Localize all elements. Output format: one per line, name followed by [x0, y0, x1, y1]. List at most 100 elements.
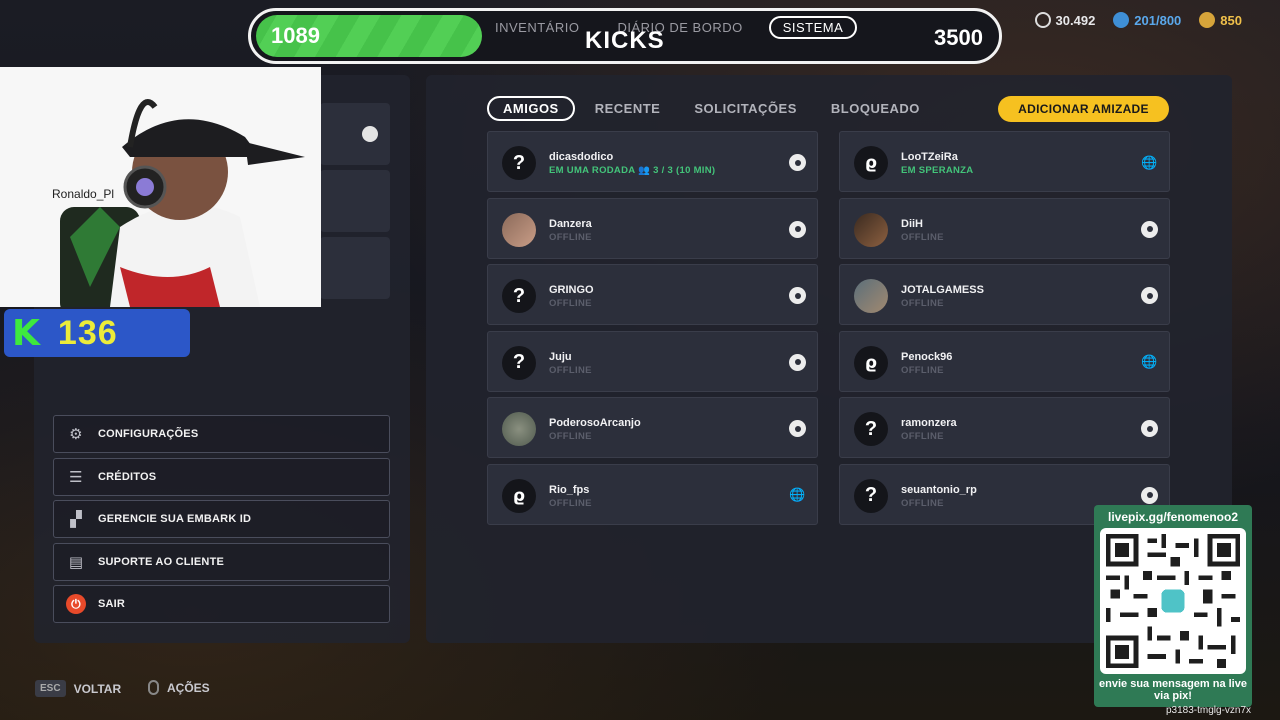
- top-nav: INVENTÁRIO DIÁRIO DE BORDO SISTEMA: [483, 16, 858, 39]
- friends-list-right: ϱ LooTZeiRa EM SPERANZA 🌐 DiiH OFFLINE J…: [839, 131, 1170, 530]
- steam-icon: [789, 287, 806, 304]
- friend-card[interactable]: ? Juju OFFLINE: [487, 330, 818, 392]
- actions-label: AÇÕES: [167, 680, 210, 695]
- friend-name: LooTZeiRa: [901, 151, 958, 163]
- friend-name: PoderosoArcanjo: [549, 417, 641, 429]
- nav-sistema[interactable]: SISTEMA: [768, 16, 858, 39]
- currency-bar: 30.492 201/800 850: [1034, 12, 1242, 28]
- friend-card[interactable]: JOTALGAMESS OFFLINE: [839, 264, 1170, 325]
- steam-icon: [789, 420, 806, 437]
- gear-icon: ⚙: [69, 426, 83, 443]
- system-menu: ⚙ CONFIGURAÇÕES ☰ CRÉDITOS ▞ GERENCIE SU…: [53, 415, 390, 628]
- avatar: [854, 279, 888, 313]
- unknown-avatar-icon: ?: [502, 279, 536, 313]
- kicks-current-value: 1089: [271, 23, 320, 48]
- kicks-target-value: 3500: [934, 25, 983, 50]
- menu-item-label: CRÉDITOS: [98, 470, 157, 483]
- menu-suporte[interactable]: ▤ SUPORTE AO CLIENTE: [53, 542, 390, 581]
- unknown-avatar-icon: ?: [502, 146, 536, 180]
- menu-embark-id[interactable]: ▞ GERENCIE SUA EMBARK ID: [53, 500, 390, 538]
- friend-status: OFFLINE: [549, 431, 592, 442]
- friend-card[interactable]: ϱ Penock96 OFFLINE 🌐: [839, 330, 1170, 392]
- kicks-badge-letter: K: [12, 312, 40, 354]
- kicks-badge: K 136: [4, 309, 190, 357]
- friend-name: DiiH: [901, 217, 923, 230]
- avatar: [502, 212, 536, 247]
- party-icon: 👥: [638, 165, 654, 176]
- friend-status: OFFLINE: [549, 231, 592, 243]
- tab-recente[interactable]: RECENTE: [581, 96, 675, 121]
- steam-icon: [789, 220, 806, 238]
- friend-name: JOTALGAMESS: [901, 284, 984, 296]
- mouse-icon: [148, 680, 159, 695]
- kicks-title: KICKS: [585, 27, 665, 54]
- profile-slot[interactable]: [320, 170, 390, 232]
- kicks-progress-bar: 1089 INVENTÁRIO DIÁRIO DE BORDO SISTEMA …: [248, 8, 1002, 64]
- friend-name: Danzera: [549, 217, 592, 230]
- friend-name: Juju: [549, 350, 572, 363]
- power-icon: ⏻: [66, 594, 86, 614]
- avatar: [854, 212, 888, 247]
- profile-slot[interactable]: [320, 103, 390, 165]
- credits-icon: ☰: [69, 468, 83, 486]
- menu-creditos[interactable]: ☰ CRÉDITOS: [53, 457, 390, 496]
- friend-status: OFFLINE: [549, 298, 592, 309]
- steam-icon: [1141, 287, 1158, 304]
- livepix-qr-overlay: livepix.gg/fenomenoo2 envie sua mensagem…: [1094, 505, 1252, 707]
- embark-logo-icon: ϱ: [854, 146, 888, 180]
- steam-icon: [789, 154, 806, 171]
- friend-card[interactable]: DiiH OFFLINE: [839, 197, 1170, 259]
- friend-card[interactable]: ? ramonzera OFFLINE: [839, 397, 1170, 458]
- tab-amigos[interactable]: AMIGOS: [487, 96, 575, 121]
- unknown-avatar-icon: ?: [854, 412, 888, 446]
- friend-card[interactable]: PoderosoArcanjo OFFLINE: [487, 397, 818, 458]
- tab-bloqueado[interactable]: BLOQUEADO: [817, 96, 934, 121]
- currency-bucks: 201/800: [1113, 12, 1181, 28]
- coin-icon: [1034, 12, 1051, 28]
- steam-icon: [1141, 420, 1158, 437]
- steam-icon: [362, 126, 378, 142]
- friend-name: ramonzera: [901, 417, 957, 429]
- friend-status: OFFLINE: [901, 364, 944, 376]
- steam-icon: [1141, 220, 1158, 238]
- unknown-avatar-icon: ?: [502, 345, 536, 380]
- currency-bucks-value: 201/800: [1134, 12, 1182, 28]
- embark-logo-icon: ϱ: [502, 478, 536, 513]
- friend-card[interactable]: ? GRINGO OFFLINE: [487, 264, 818, 325]
- profile-slot[interactable]: [320, 237, 390, 299]
- session-code: p3183-tmglg-vzn7x: [1166, 705, 1252, 716]
- currency-coins-value: 30.492: [1055, 12, 1096, 28]
- streamer-image: [60, 99, 305, 307]
- currency-coins: 30.492: [1034, 12, 1096, 28]
- menu-sair[interactable]: ⏻ SAIR: [53, 585, 390, 623]
- friends-tabs: AMIGOS RECENTE SOLICITAÇÕES BLOQUEADO: [487, 96, 934, 121]
- friend-card[interactable]: ϱ LooTZeiRa EM SPERANZA 🌐: [839, 131, 1170, 192]
- friend-name: Penock96: [901, 350, 953, 363]
- menu-item-label: GERENCIE SUA EMBARK ID: [98, 513, 252, 525]
- back-hint[interactable]: ESC VOLTAR: [35, 680, 121, 697]
- tab-solicitacoes[interactable]: SOLICITAÇÕES: [680, 96, 811, 121]
- actions-hint: AÇÕES: [148, 680, 210, 695]
- currency-gold-value: 850: [1220, 12, 1242, 28]
- friend-card[interactable]: ϱ Rio_fps OFFLINE 🌐: [487, 463, 818, 525]
- menu-item-label: SAIR: [98, 598, 126, 610]
- esc-key-icon: ESC: [35, 680, 66, 697]
- friend-name: dicasdodico: [549, 151, 614, 163]
- friend-card[interactable]: Danzera OFFLINE: [487, 197, 818, 259]
- friends-list-left: ? dicasdodico EM UMA RODADA 👥 3 / 3 (10 …: [487, 131, 818, 530]
- livepix-url: livepix.gg/fenomenoo2: [1107, 510, 1239, 524]
- currency-gold: 850: [1199, 12, 1242, 28]
- menu-configuracoes[interactable]: ⚙ CONFIGURAÇÕES: [53, 415, 390, 453]
- friend-card[interactable]: ? dicasdodico EM UMA RODADA 👥 3 / 3 (10 …: [487, 131, 818, 192]
- gold-icon: [1199, 12, 1216, 28]
- friend-status: OFFLINE: [549, 364, 592, 376]
- friend-status: EM SPERANZA: [901, 165, 974, 176]
- globe-icon: 🌐: [1141, 154, 1158, 170]
- back-label: VOLTAR: [73, 681, 122, 696]
- menu-item-label: CONFIGURAÇÕES: [98, 428, 199, 440]
- qr-code-icon: [1100, 528, 1246, 674]
- add-friend-button[interactable]: ADICIONAR AMIZADE: [998, 96, 1169, 122]
- globe-icon: 🌐: [789, 487, 806, 502]
- friend-status: OFFLINE: [549, 497, 592, 509]
- nav-inventario[interactable]: INVENTÁRIO: [483, 18, 591, 37]
